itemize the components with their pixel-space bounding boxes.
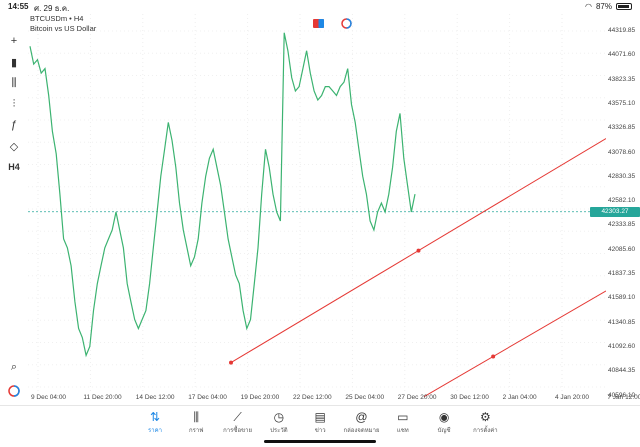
nav-item-news[interactable]: ▤ ข่าว	[300, 409, 340, 435]
indicators-icon[interactable]: ⫶	[4, 95, 24, 113]
time-tick-label: 11 Dec 20:00	[83, 394, 122, 401]
time-tick-label: 17 Dec 04:00	[188, 394, 227, 401]
time-axis: 9 Dec 04:00 11 Dec 20:00 14 Dec 12:00 17 De…	[28, 392, 640, 404]
battery-percent: 87%	[595, 2, 612, 11]
chat-icon: ▭	[397, 410, 409, 424]
nav-item-trade[interactable]: ⟋ การซื้อขาย	[218, 409, 258, 435]
chart-area[interactable]	[28, 14, 615, 405]
trendline-anchor-point[interactable]	[229, 360, 233, 365]
time-tick-label: 14 Dec 12:00	[135, 394, 175, 401]
symbol-description: Bitcoin vs US Dollar	[30, 24, 97, 33]
zoom-icon[interactable]: ⌕	[4, 358, 24, 376]
nav-item-label: ข่าว	[314, 428, 326, 434]
price-tick-label: 42333.85	[608, 221, 636, 229]
chart-icon: ⫼	[193, 410, 200, 424]
bars-icon[interactable]: ⫼	[4, 74, 24, 92]
battery-icon	[616, 3, 632, 10]
mailbox-icon: @	[355, 410, 368, 424]
nav-item-label: การตั้งค่า	[473, 428, 498, 434]
price-series-line	[29, 32, 416, 358]
price-tick-label: 42582.10	[608, 197, 636, 205]
news-icon: ▤	[314, 410, 326, 424]
time-tick-label: 25 Dec 04:00	[345, 394, 385, 401]
nav-item-label: ประวัติ	[270, 428, 288, 434]
price-tick-label: 41340.85	[608, 318, 636, 326]
status-right: ◠ 87%	[585, 2, 632, 11]
price-tick-label: 42830.35	[608, 172, 636, 180]
time-tick-label: 19 Dec 20:00	[240, 394, 280, 401]
price-tick-label: 41837.35	[608, 270, 636, 277]
nav-item-label: กล่องจดหมาย	[343, 428, 380, 434]
trendline-lower[interactable]	[423, 290, 607, 398]
price-tick-label: 43823.35	[608, 75, 636, 83]
nav-item-label: ราคา	[148, 428, 162, 434]
time-tick-label: 7 Jan 12:00	[607, 394, 640, 401]
nav-item-chart[interactable]: ⫼ กราฟ	[176, 409, 216, 435]
time-tick-label: 2 Jan 04:00	[502, 394, 537, 401]
account-icon: ◉	[438, 410, 450, 424]
trendline-anchor-point[interactable]	[491, 354, 496, 359]
price-tick-label: 40844.35	[608, 367, 636, 375]
home-indicator[interactable]	[264, 440, 376, 443]
price-chart[interactable]	[28, 14, 615, 405]
price-tick-label: 43575.10	[608, 99, 636, 107]
quotes-icon: ⇅	[149, 410, 161, 424]
wifi-icon: ◠	[585, 2, 592, 11]
price-tick-label: 44319.85	[608, 27, 636, 34]
symbol-info[interactable]: BTCUSDm • H4 Bitcoin vs US Dollar	[30, 14, 96, 34]
crosshair-icon[interactable]: +	[4, 32, 24, 50]
price-tick-label: 42085.60	[608, 245, 636, 253]
app-logo-icon[interactable]	[4, 382, 24, 400]
nav-item-mailbox[interactable]: @ กล่องจดหมาย	[342, 409, 382, 435]
time-tick-label: 9 Dec 04:00	[31, 394, 67, 401]
price-tick-label: 41589.10	[608, 294, 636, 302]
nav-item-chat[interactable]: ▭ แชท	[383, 409, 423, 435]
price-tick-label: 43326.85	[608, 124, 636, 132]
price-tick-label: 43078.60	[608, 148, 636, 156]
history-icon: ◷	[273, 410, 285, 424]
symbol-name: BTCUSDm • H4	[30, 14, 84, 23]
nav-item-settings[interactable]: ⚙ การตั้งค่า	[465, 409, 505, 435]
status-time: 14:55	[8, 2, 29, 11]
time-tick-label: 30 Dec 12:00	[450, 394, 489, 401]
nav-item-label: กราฟ	[189, 428, 204, 434]
nav-item-quotes[interactable]: ⇅ ราคา	[135, 409, 175, 435]
trade-toggle-icon[interactable]	[340, 17, 352, 29]
price-tick-label: 44071.60	[608, 51, 636, 59]
timeframe-label[interactable]: H4	[4, 158, 24, 176]
function-icon[interactable]: ƒ	[4, 116, 24, 134]
app-root: 14:55 ศ. 29 ธ.ค. ◠ 87% + ▮ ⫼ ⫶ ƒ ◇ H4 BTCUSDm …	[0, 0, 640, 447]
shapes-icon[interactable]: ◇	[4, 137, 24, 155]
current-price-label: 42303.27	[590, 206, 640, 217]
nav-item-account[interactable]: ◉ บัญชี	[424, 409, 464, 435]
settings-icon: ⚙	[480, 410, 491, 424]
chart-top-icons	[312, 17, 352, 29]
trendline-anchor-point[interactable]	[416, 248, 421, 253]
nav-item-label: แชท	[396, 428, 409, 434]
price-tick-label: 41092.60	[608, 342, 636, 350]
chart-toolbar: + ▮ ⫼ ⫶ ƒ ◇ H4	[0, 30, 28, 410]
trade-icon: ⟋	[233, 410, 242, 424]
time-tick-label: 4 Jan 20:00	[555, 394, 589, 401]
candles-icon[interactable]: ▮	[4, 53, 24, 71]
nav-item-label: การซื้อขาย	[223, 428, 253, 434]
time-tick-label: 22 Dec 12:00	[293, 394, 332, 401]
time-tick-label: 27 Dec 20:00	[397, 394, 437, 401]
nav-item-history[interactable]: ◷ ประวัติ	[259, 409, 299, 435]
nav-item-label: บัญชี	[437, 428, 451, 434]
one-click-trading-icon[interactable]	[312, 18, 324, 28]
status-bar: 14:55 ศ. 29 ธ.ค. ◠ 87%	[0, 0, 640, 14]
